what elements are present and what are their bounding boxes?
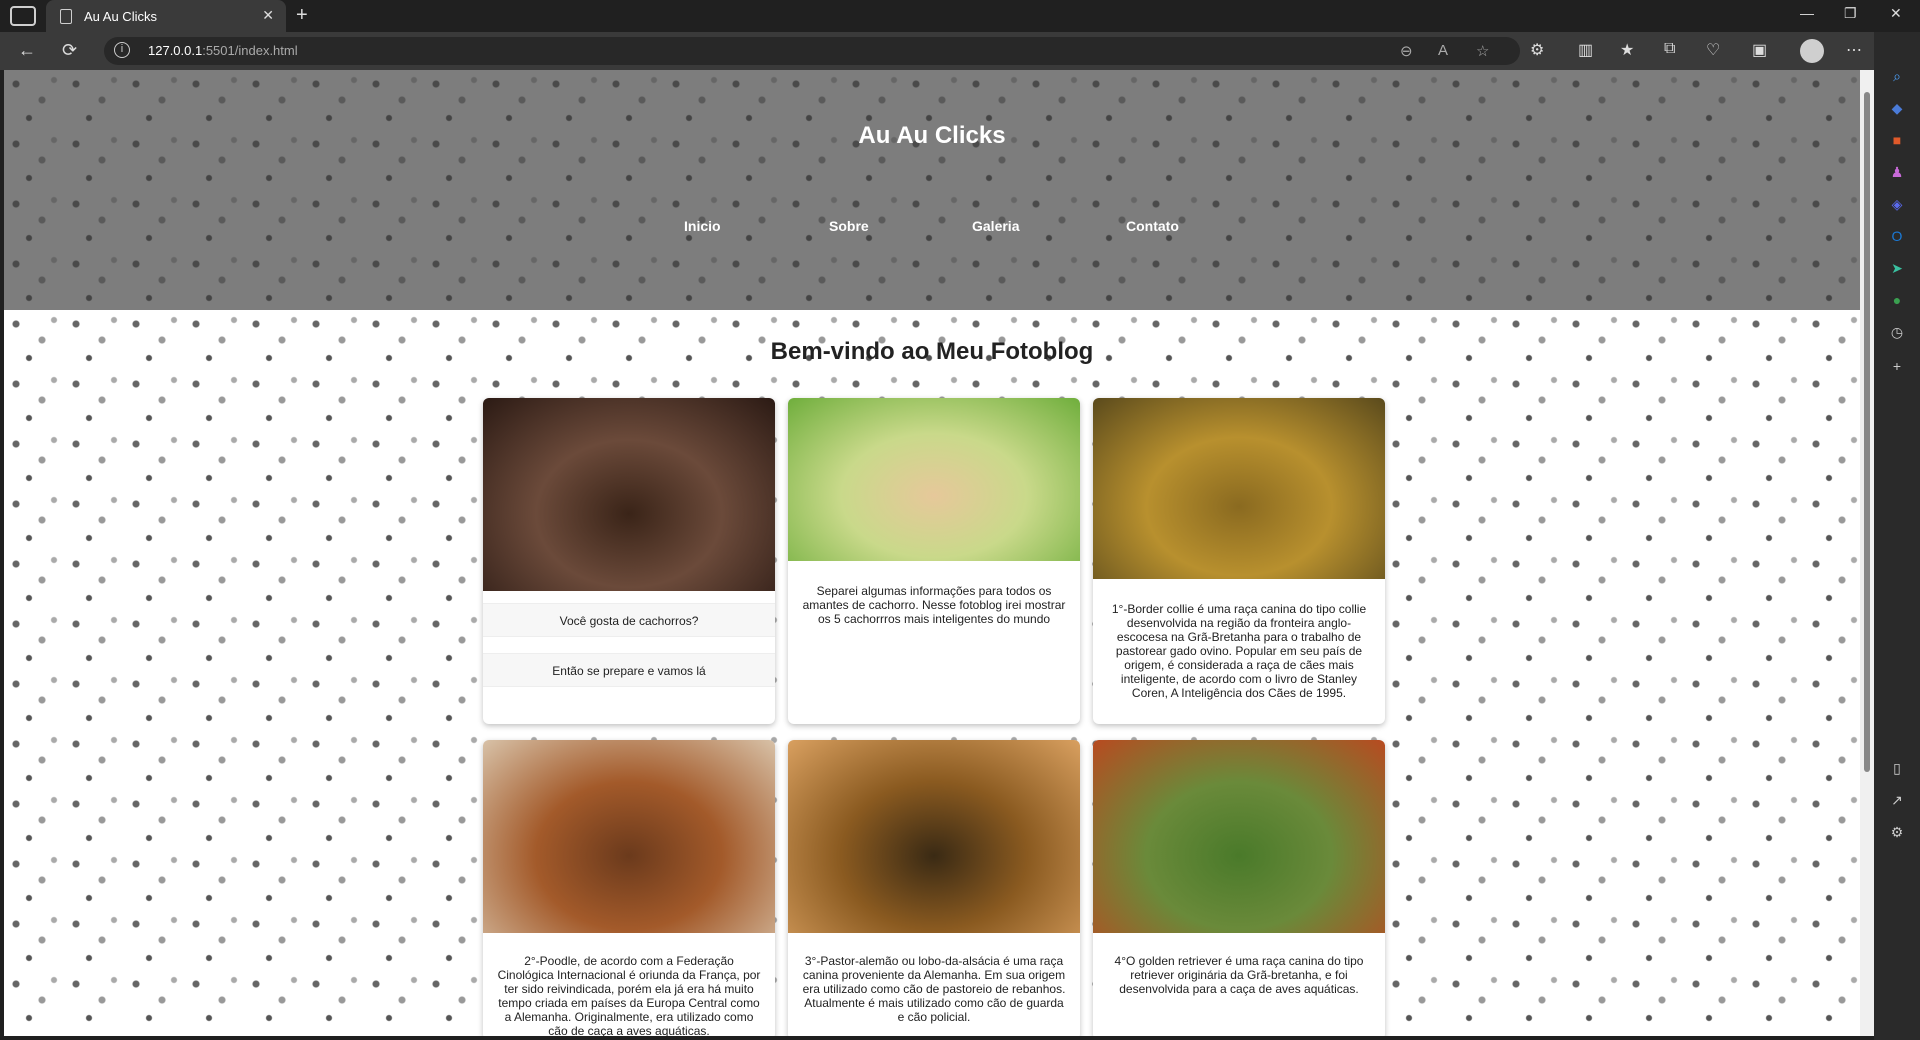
url-path: :5501/index.html: [202, 43, 298, 58]
add-icon[interactable]: +: [1887, 356, 1907, 376]
info-icon[interactable]: i: [114, 42, 130, 58]
url-field[interactable]: i 127.0.0.1:5501/index.html ⊖ A ☆: [104, 37, 1520, 65]
browser-sidebar: ⌕ ◆ ■ ♟ ◈ O ➤ ● ◷ + ▯ ↗ ⚙: [1874, 32, 1920, 1040]
tree-icon[interactable]: ●: [1887, 290, 1907, 310]
card-caption: Separei algumas informações para todos o…: [802, 584, 1066, 626]
split-screen-icon[interactable]: ▥: [1578, 40, 1593, 60]
search-icon[interactable]: ⌕: [1887, 66, 1907, 86]
close-tab-icon[interactable]: ✕: [262, 7, 274, 24]
zoom-icon[interactable]: ⊖: [1400, 42, 1413, 60]
address-bar-row: ← ⟳ i 127.0.0.1:5501/index.html ⊖ A ☆ ⚙ …: [0, 32, 1920, 70]
games-icon[interactable]: ♟: [1887, 162, 1907, 182]
nav-link-sobre[interactable]: Sobre: [829, 218, 869, 234]
profile-avatar[interactable]: [1800, 39, 1824, 63]
read-aloud-icon[interactable]: A: [1438, 42, 1448, 59]
card-german-shepherd: 3°-Pastor-alemão ou lobo-da-alsácia é um…: [788, 740, 1080, 1036]
card-intro: Você gosta de cachorros? Então se prepar…: [483, 398, 775, 724]
send-icon[interactable]: ➤: [1887, 258, 1907, 278]
restore-icon[interactable]: ❐: [1844, 5, 1857, 22]
card-caption: 3°-Pastor-alemão ou lobo-da-alsácia é um…: [802, 954, 1066, 1024]
extensions-icon[interactable]: ⚙: [1530, 40, 1544, 60]
new-tab-button[interactable]: +: [296, 4, 308, 27]
site-title: Au Au Clicks: [858, 122, 1006, 149]
window-close-icon[interactable]: ✕: [1890, 5, 1902, 22]
card-caption: 1°-Border collie é uma raça canina do ti…: [1111, 602, 1367, 700]
card-poodle: 2°-Poodle, de acordo com a Federação Cin…: [483, 740, 775, 1036]
card-photo-border-collie-forest: [483, 398, 775, 591]
scrollbar-thumb[interactable]: [1864, 92, 1870, 772]
card-photo-pug: [788, 398, 1080, 561]
tab-actions-icon[interactable]: [10, 6, 36, 26]
favorites-icon[interactable]: ★: [1620, 40, 1634, 60]
copilot-apps-icon[interactable]: ◈: [1887, 194, 1907, 214]
card-caption-secondary: Então se prepare e vamos lá: [483, 653, 775, 687]
card-caption: Você gosta de cachorros?: [483, 603, 775, 637]
nav-link-galeria[interactable]: Galeria: [972, 218, 1019, 234]
open-external-icon[interactable]: ↗: [1887, 790, 1907, 810]
toolbox-icon[interactable]: ■: [1887, 130, 1907, 150]
nav-link-inicio[interactable]: Inicio: [684, 218, 721, 234]
tab-bar: Au Au Clicks ✕ + — ❐ ✕: [0, 0, 1920, 32]
url-host: 127.0.0.1: [148, 43, 203, 58]
screenshot-icon[interactable]: ▣: [1752, 40, 1767, 60]
card-photo-poodle: [483, 740, 775, 933]
card-golden-retriever: 4°O golden retriever é uma raça canina d…: [1093, 740, 1385, 1036]
site-header: Au Au Clicks Inicio Sobre Galeria Contat…: [4, 70, 1860, 310]
reload-icon[interactable]: ⟳: [62, 40, 77, 61]
sidebar-toggle-icon[interactable]: ▯: [1887, 758, 1907, 778]
nav-link-contato[interactable]: Contato: [1126, 218, 1179, 234]
collections-icon[interactable]: ⧉: [1664, 40, 1675, 58]
page-viewport: Au Au Clicks Inicio Sobre Galeria Contat…: [4, 70, 1860, 1036]
back-icon[interactable]: ←: [18, 40, 36, 61]
card-photo-golden-retriever: [1093, 740, 1385, 933]
tab-title: Au Au Clicks: [84, 9, 157, 24]
settings-icon[interactable]: ⚙: [1887, 822, 1907, 842]
browser-tab[interactable]: Au Au Clicks ✕: [46, 0, 286, 32]
card-caption: 4°O golden retriever é uma raça canina d…: [1114, 954, 1364, 996]
page-scrollbar[interactable]: [1860, 70, 1874, 1036]
tag-icon[interactable]: ◆: [1887, 98, 1907, 118]
url-text: 127.0.0.1:5501/index.html: [148, 43, 298, 58]
page-icon: [60, 9, 72, 24]
outlook-icon[interactable]: O: [1887, 226, 1907, 246]
clock-icon[interactable]: ◷: [1887, 322, 1907, 342]
card-photo-german-shepherds: [788, 740, 1080, 933]
card-photo-border-collie-field: [1093, 398, 1385, 579]
page-heading: Bem-vindo ao Meu Fotoblog: [770, 338, 1094, 365]
card-about: Separei algumas informações para todos o…: [788, 398, 1080, 724]
card-border-collie: 1°-Border collie é uma raça canina do ti…: [1093, 398, 1385, 724]
card-caption: 2°-Poodle, de acordo com a Federação Cin…: [497, 954, 761, 1036]
minimize-icon[interactable]: —: [1800, 5, 1814, 21]
favorite-star-icon[interactable]: ☆: [1476, 42, 1489, 60]
browser-essentials-icon[interactable]: ♡: [1706, 40, 1720, 60]
more-icon[interactable]: ⋯: [1846, 40, 1862, 60]
